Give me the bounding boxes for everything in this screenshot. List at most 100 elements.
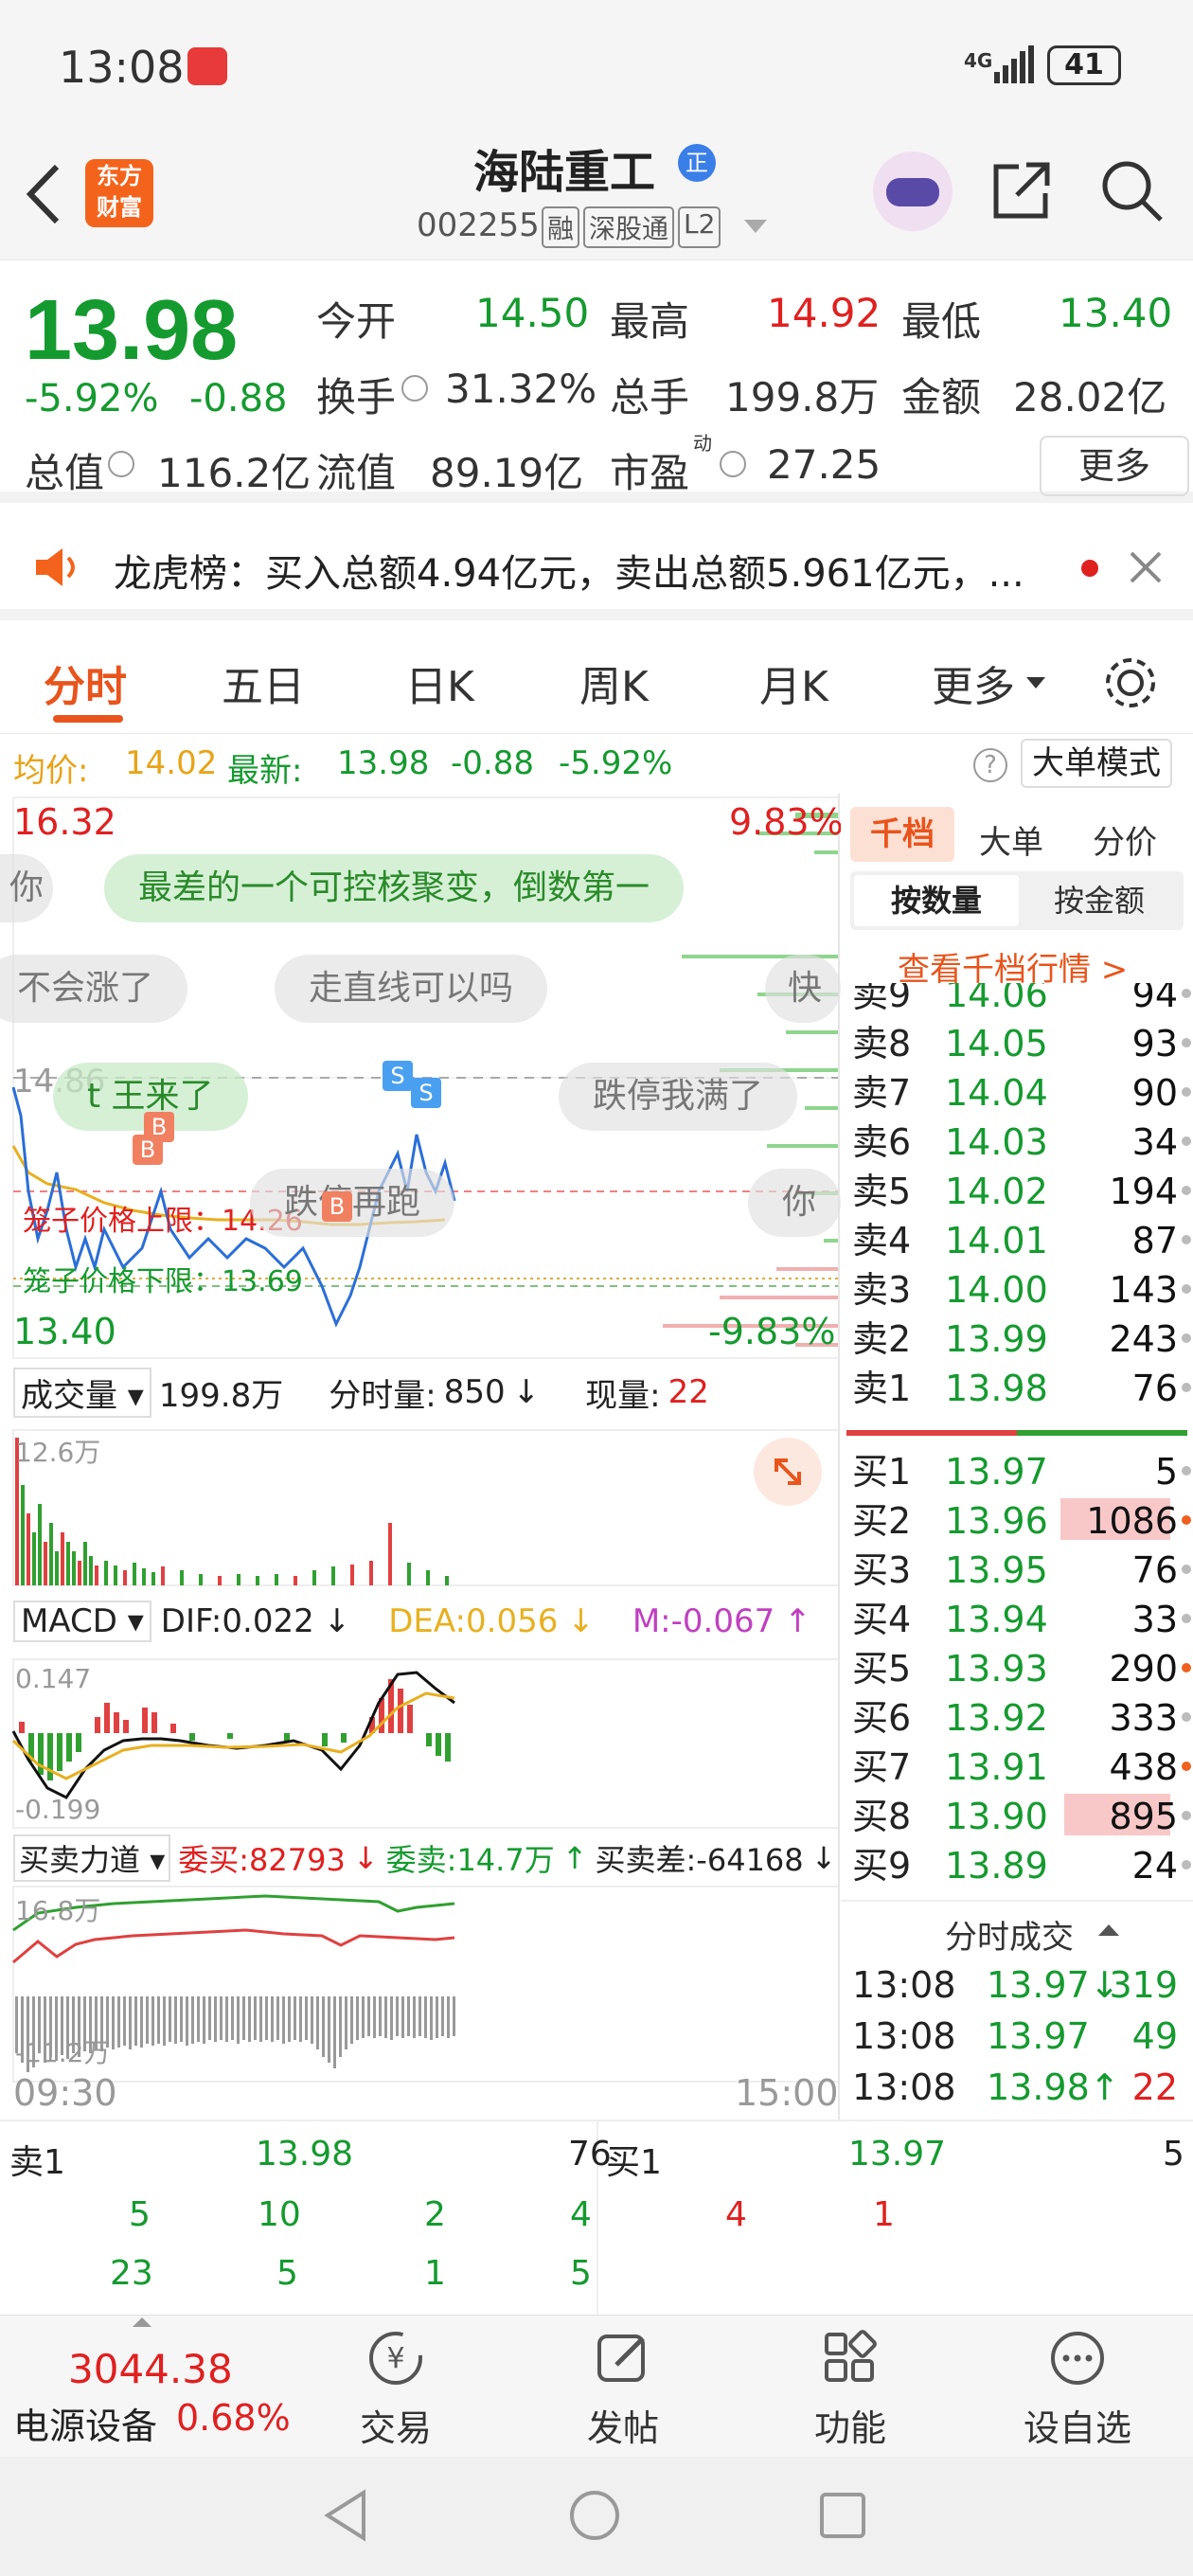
close-icon[interactable] <box>1129 550 1163 584</box>
bid-row[interactable]: 买5 13.93 290 <box>841 1644 1193 1693</box>
ask-row[interactable]: 卖9 14.06 94 <box>841 983 1193 1019</box>
tab-more[interactable]: 更多 <box>932 653 1015 713</box>
sell-marker[interactable]: S <box>383 1061 413 1091</box>
comment-bubble[interactable]: 最差的一个可控核聚变，倒数第一 <box>104 854 685 922</box>
trades-header[interactable]: 分时成交 <box>841 1900 1193 1957</box>
system-home-icon[interactable] <box>568 2489 621 2542</box>
stock-code: 002255 <box>417 206 540 244</box>
buy-marker[interactable]: B <box>133 1135 163 1165</box>
bid-row[interactable]: 买2 13.96 1086 <box>841 1496 1193 1546</box>
more-button[interactable]: 更多 <box>1040 436 1189 496</box>
latest-change: -0.88 <box>451 744 534 782</box>
sell-queue-item: 1 <box>424 2254 446 2293</box>
total-volume-value: 199.8万 <box>725 374 880 420</box>
info-icon[interactable] <box>720 451 746 477</box>
comment-bubble[interactable]: 你 <box>748 1169 841 1237</box>
sell-queue-item: 5 <box>570 2254 592 2293</box>
sector-index-value[interactable]: 3044.38 <box>68 2346 233 2392</box>
tab-weekly-k[interactable]: 周K <box>579 653 649 713</box>
by-amount-button[interactable]: 按金额 <box>1019 875 1180 926</box>
macd-dea: DEA:0.056 <box>388 1602 559 1640</box>
change-pct: -5.92% <box>25 377 159 420</box>
macd-indicator-select[interactable]: MACD ▾ <box>13 1601 151 1642</box>
info-icon[interactable] <box>108 451 134 477</box>
ask-row[interactable]: 卖5 14.02 194 <box>841 1167 1193 1216</box>
eastmoney-logo[interactable]: 东方 财富 <box>85 159 153 227</box>
share-icon[interactable] <box>990 159 1053 222</box>
force-sell: 委卖:14.7万 <box>385 1842 555 1878</box>
cage-lower-label: 笼子价格下限：13.69 <box>23 1265 303 1298</box>
comment-bubble[interactable]: 快 <box>765 955 841 1023</box>
ask-row[interactable]: 卖7 14.04 90 <box>841 1068 1193 1118</box>
expand-icon[interactable] <box>754 1438 822 1506</box>
bid-row[interactable]: 买3 13.95 76 <box>841 1546 1193 1595</box>
collapse-caret-icon <box>1098 1924 1119 1936</box>
nav-functions[interactable]: 功能 <box>775 2325 926 2451</box>
sell-queue-item: 4 <box>570 2195 592 2234</box>
tab-big-orders[interactable]: 大单 <box>979 816 1043 863</box>
ask-row[interactable]: 卖2 13.99 243 <box>841 1315 1193 1364</box>
force-axis-top: 16.8万 <box>15 1895 101 1926</box>
strip-sell-price: 13.98 <box>256 2135 354 2174</box>
comment-bubble[interactable]: 走直线可以吗 <box>275 955 548 1023</box>
force-indicator-label: 买卖力道 <box>19 1842 141 1878</box>
force-indicator-select[interactable]: 买卖力道 ▾ <box>13 1834 171 1882</box>
ask-row[interactable]: 卖1 13.98 76 <box>841 1364 1193 1413</box>
tab-price-distribution[interactable]: 分价 <box>1093 816 1157 863</box>
tab-intraday[interactable]: 分时 <box>44 653 127 713</box>
tab-level-thousand[interactable]: 千档 <box>850 807 954 862</box>
ask-row[interactable]: 卖8 14.05 93 <box>841 1019 1193 1068</box>
search-icon[interactable] <box>1098 157 1165 224</box>
big-order-mode-button[interactable]: 大单模式 <box>1021 739 1172 788</box>
ask-row[interactable]: 卖4 14.01 87 <box>841 1216 1193 1265</box>
pct-axis-low: -9.83% <box>708 1311 836 1352</box>
total-volume-label: 总手 <box>610 374 690 420</box>
current-volume-value: 22 <box>668 1373 709 1411</box>
trade-row: 13:08 13.97↓ 319 <box>852 1964 1178 2006</box>
volume-indicator-select[interactable]: 成交量 ▾ <box>13 1367 151 1418</box>
tab-five-day[interactable]: 五日 <box>222 653 305 713</box>
quote-panel: 13.98 -5.92% -0.88 今开 14.50 最高 14.92 最低 … <box>0 261 1193 503</box>
dropdown-icon[interactable] <box>744 220 767 235</box>
sector-name[interactable]: 电源设备 <box>13 2397 157 2449</box>
sell-marker[interactable]: S <box>411 1078 441 1108</box>
comment-bubble[interactable]: 跌停再跑 <box>250 1169 455 1237</box>
bid-row[interactable]: 买9 13.89 24 <box>841 1841 1193 1890</box>
back-arrow-icon[interactable] <box>23 161 64 227</box>
ask-row[interactable]: 卖3 14.00 143 <box>841 1265 1193 1315</box>
tab-daily-k[interactable]: 日K <box>405 653 474 713</box>
bid-row[interactable]: 买4 13.94 33 <box>841 1595 1193 1644</box>
system-back-icon[interactable] <box>322 2489 369 2542</box>
system-recents-icon[interactable] <box>818 2491 867 2540</box>
info-icon[interactable] <box>401 375 428 402</box>
nav-post[interactable]: 发帖 <box>547 2325 699 2451</box>
nav-add-watchlist[interactable]: 设自选 <box>1002 2325 1153 2451</box>
low-label: 最低 <box>901 298 982 345</box>
bid-row[interactable]: 买8 13.90 895 <box>841 1792 1193 1841</box>
help-icon[interactable]: ? <box>973 748 1007 782</box>
logo-line1: 东方 <box>97 163 142 189</box>
comment-bubble[interactable]: 跌停我满了 <box>559 1063 798 1131</box>
by-quantity-button[interactable]: 按数量 <box>854 875 1019 926</box>
current-price: 13.98 <box>25 283 239 378</box>
settings-gear-icon[interactable] <box>1100 653 1161 713</box>
force-header: 买卖力道 ▾ 委买:82793 ↓ 委卖:14.7万 ↑ 买卖差:-64168 ↓ <box>13 1832 836 1885</box>
latest-label: 最新: <box>227 752 303 790</box>
bid-row[interactable]: 买7 13.91 438 <box>841 1743 1193 1792</box>
dragon-tiger-banner[interactable]: 龙虎榜：买入总额4.94亿元，卖出总额5.961亿元，... <box>0 514 1193 620</box>
order-book-panel: 千档 大单 分价 按数量 按金额 查看千档行情 > 卖9 14.06 94 卖8 14… <box>841 794 1193 2120</box>
ask-row[interactable]: 卖6 14.03 34 <box>841 1118 1193 1167</box>
app-notification-icon <box>187 47 227 85</box>
ai-assistant-icon[interactable] <box>873 152 953 231</box>
comment-bubble[interactable]: 不会涨了 <box>0 955 188 1023</box>
bottom-nav: 3044.38 电源设备 0.68% ¥ 交易 发帖 功能 设自选 <box>0 2315 1193 2457</box>
nav-trade-label: 交易 <box>359 2407 432 2449</box>
amount-value: 28.02亿 <box>1013 374 1167 420</box>
tab-monthly-k[interactable]: 月K <box>759 653 828 713</box>
buy-marker[interactable]: B <box>322 1191 352 1222</box>
chart-tabs: 分时 五日 日K 周K 月K 更多 <box>0 632 1193 734</box>
bid-row[interactable]: 买6 13.92 333 <box>841 1693 1193 1743</box>
bid-row[interactable]: 买1 13.97 5 <box>841 1447 1193 1496</box>
unread-dot <box>1081 560 1098 577</box>
nav-trade[interactable]: ¥ 交易 <box>320 2325 472 2451</box>
